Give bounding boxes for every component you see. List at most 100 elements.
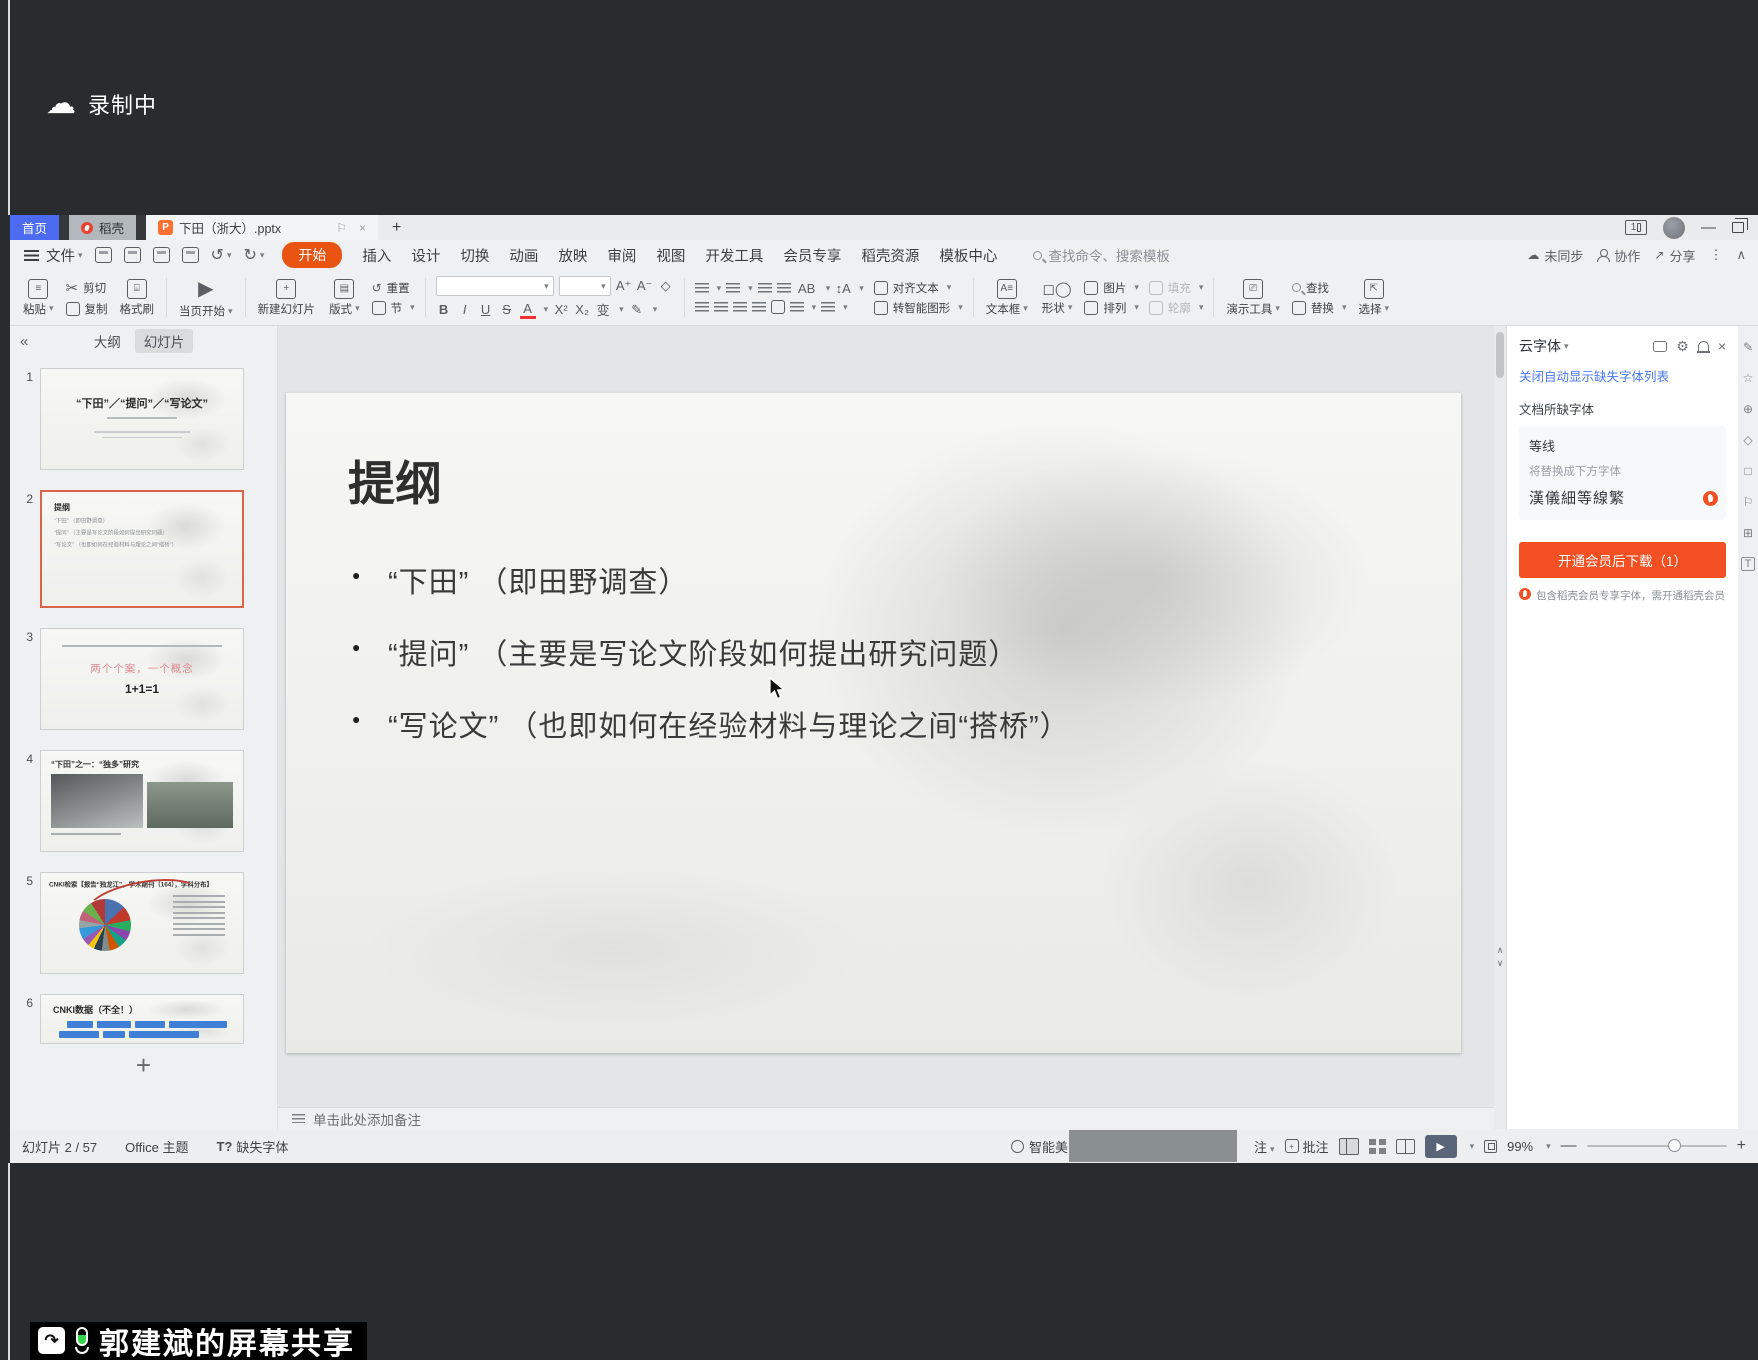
line-spacing-icon[interactable] [790, 302, 804, 313]
align-center-icon[interactable] [714, 302, 728, 313]
zoom-in-button[interactable]: + [1737, 1137, 1746, 1155]
share-button[interactable]: ↗分享 [1654, 246, 1695, 265]
layout-button[interactable]: ▤ 版式▾ [322, 273, 367, 322]
thumbnail-row-4[interactable]: 4 “下田”之一：“独多”研究 [10, 750, 277, 852]
menu-docer-res[interactable]: 稻壳资源 [861, 245, 919, 266]
menu-animation[interactable]: 动画 [509, 245, 538, 266]
tab-document[interactable]: P 下田（浙大）.pptx ⚐ × [146, 215, 378, 240]
right-rail-icon[interactable]: ⚐ [1743, 495, 1754, 509]
shape-button[interactable]: ◻◯ 形状▾ [1035, 273, 1080, 322]
decrease-indent-icon[interactable] [758, 283, 772, 294]
thumbnail-row-1[interactable]: 1 “下田”／“提问”／“写论文” [10, 368, 277, 470]
menu-file[interactable]: 文件 [46, 245, 75, 266]
scrollbar-arrows[interactable]: ∧∨ [1494, 944, 1506, 970]
collapse-ribbon-icon[interactable]: ∧ [1736, 247, 1746, 263]
replace-button[interactable]: 替换▾ [1292, 300, 1347, 316]
menu-home-active[interactable]: 开始 [282, 242, 342, 268]
section-button[interactable]: 节▾ [372, 300, 415, 316]
fill-button[interactable]: 填充▾ [1149, 280, 1204, 296]
right-rail-icon[interactable]: ⊕ [1743, 402, 1753, 416]
missing-font-card[interactable]: 等线 将替换成下方字体 漢儀細等線繁 [1519, 426, 1726, 520]
smart-beautify-button[interactable]: 智能美 [1011, 1137, 1068, 1156]
collapse-panel-icon[interactable]: « [20, 333, 28, 350]
format-painter-button[interactable]: ⌸ 格式刷 [113, 273, 162, 322]
redo-icon[interactable]: ↻ [243, 245, 256, 265]
new-slide-button[interactable]: + 新建幻灯片 [251, 273, 323, 322]
print-preview-icon[interactable] [182, 247, 199, 263]
slide-5-thumbnail[interactable]: CNKI检索【报告“独龙江”，学术期刊（164），学科分布】 [40, 872, 244, 974]
strike-button[interactable]: S [499, 302, 515, 317]
menu-view[interactable]: 视图 [656, 245, 685, 266]
disable-autoshow-link[interactable]: 关闭自动显示缺失字体列表 [1519, 366, 1726, 385]
outline-button[interactable]: 轮廓▾ [1149, 300, 1204, 316]
slide-title[interactable]: 提纲 [348, 445, 442, 514]
comment-button[interactable]: + 批注 [1285, 1137, 1329, 1156]
right-rail-icon[interactable]: ☆ [1743, 371, 1754, 385]
undo-icon[interactable]: ↺ [211, 245, 224, 265]
align-left-icon[interactable] [695, 302, 709, 313]
zoom-out-button[interactable]: — [1561, 1137, 1577, 1155]
thumbnail-row-6[interactable]: 6 CNKI数据（不全！） [10, 994, 277, 1044]
paste-button[interactable]: ≡ 粘贴▾ [16, 273, 61, 322]
save-icon[interactable] [95, 247, 112, 263]
char-spacing-icon[interactable]: AB [796, 281, 818, 296]
picture-button[interactable]: 图片▾ [1084, 280, 1139, 296]
note-toggle[interactable]: 注▾ [1254, 1137, 1275, 1156]
slide-bullet-1[interactable]: “下田” （即田野调查） [352, 559, 1401, 601]
slide-body[interactable]: “下田” （即田野调查） “提问” （主要是写论文阶段如何提出研究问题） “写论… [352, 559, 1401, 775]
justify-icon[interactable] [752, 302, 766, 313]
right-rail-icon[interactable]: ✎ [1743, 340, 1753, 354]
more-menu-icon[interactable]: ⋮ [1709, 247, 1722, 263]
slide-2-thumbnail-selected[interactable]: 提纲 “下田” （即田野调查） “提问” （主要是写论文阶段如何提出研究问题） … [40, 490, 244, 608]
bold-button[interactable]: B [436, 302, 452, 317]
menu-review[interactable]: 审阅 [607, 245, 636, 266]
layout-badge-icon[interactable]: 1 [1625, 220, 1647, 235]
present-tools-button[interactable]: ⎚ 演示工具▾ [1219, 273, 1287, 322]
hamburger-icon[interactable] [24, 250, 39, 261]
italic-button[interactable]: I [457, 302, 473, 317]
increase-indent-icon[interactable] [777, 283, 791, 294]
menu-templates[interactable]: 模板中心 [939, 245, 997, 266]
collab-button[interactable]: 协作 [1597, 246, 1640, 265]
reset-button[interactable]: ↺重置 [372, 280, 415, 296]
font-name-combo[interactable]: ▾ [436, 276, 554, 296]
vertical-scrollbar[interactable]: ∧∨ [1494, 326, 1506, 1129]
slide-4-thumbnail[interactable]: “下田”之一：“独多”研究 [40, 750, 244, 852]
decrease-font-icon[interactable]: A⁻ [637, 278, 653, 294]
text-effect-icon[interactable]: 变 [595, 300, 611, 319]
slide-bullet-2[interactable]: “提问” （主要是写论文阶段如何提出研究问题） [352, 631, 1401, 673]
thumbnail-row-5[interactable]: 5 CNKI检索【报告“独龙江”，学术期刊（164），学科分布】 [10, 872, 277, 974]
print-icon[interactable] [153, 247, 170, 263]
menu-slideshow[interactable]: 放映 [558, 245, 587, 266]
menu-devtools[interactable]: 开发工具 [705, 245, 763, 266]
comment-icon[interactable] [1653, 341, 1667, 352]
highlighter-icon[interactable]: ✎ [629, 302, 645, 318]
play-from-page-button[interactable]: ▶ 当页开始▾ [172, 273, 240, 322]
menu-transition[interactable]: 切换 [460, 245, 489, 266]
right-rail-icon[interactable]: ⊞ [1743, 526, 1753, 540]
paragraph-spacing-icon[interactable] [821, 302, 835, 313]
superscript-button[interactable]: X² [553, 302, 569, 317]
text-box-button[interactable]: A≡ 文本框▾ [979, 273, 1035, 322]
menu-design[interactable]: 设计 [411, 245, 440, 266]
align-text-button[interactable]: 对齐文本▾ [874, 280, 963, 296]
add-slide-button[interactable]: + [10, 1050, 277, 1080]
zoom-slider-knob[interactable] [1668, 1139, 1681, 1152]
right-rail-icon[interactable]: ◇ [1743, 433, 1752, 447]
cut-button[interactable]: ✂剪切 [66, 279, 108, 297]
tab-close-icon[interactable]: × [359, 221, 366, 235]
clear-format-icon[interactable]: ◇ [658, 278, 674, 294]
fit-to-window-icon[interactable] [1484, 1140, 1497, 1153]
current-slide[interactable]: 提纲 “下田” （即田野调查） “提问” （主要是写论文阶段如何提出研究问题） … [286, 393, 1461, 1053]
command-search[interactable]: 查找命令、搜索模板 [1033, 245, 1170, 265]
zoom-percent[interactable]: 99% [1507, 1139, 1533, 1154]
arrange-button[interactable]: 排列▾ [1084, 300, 1139, 316]
slide-canvas[interactable]: 提纲 “下田” （即田野调查） “提问” （主要是写论文阶段如何提出研究问题） … [278, 326, 1494, 1107]
align-right-icon[interactable] [733, 302, 747, 313]
slide-sorter-view-button[interactable] [1369, 1139, 1386, 1154]
sync-status[interactable]: ☁未同步 [1527, 246, 1583, 265]
slide-3-thumbnail[interactable]: 两个个案，一个概念 1+1=1 [40, 628, 244, 730]
export-icon[interactable] [124, 247, 141, 263]
copy-button[interactable]: 复制 [66, 301, 108, 317]
bell-icon[interactable] [1698, 341, 1709, 351]
